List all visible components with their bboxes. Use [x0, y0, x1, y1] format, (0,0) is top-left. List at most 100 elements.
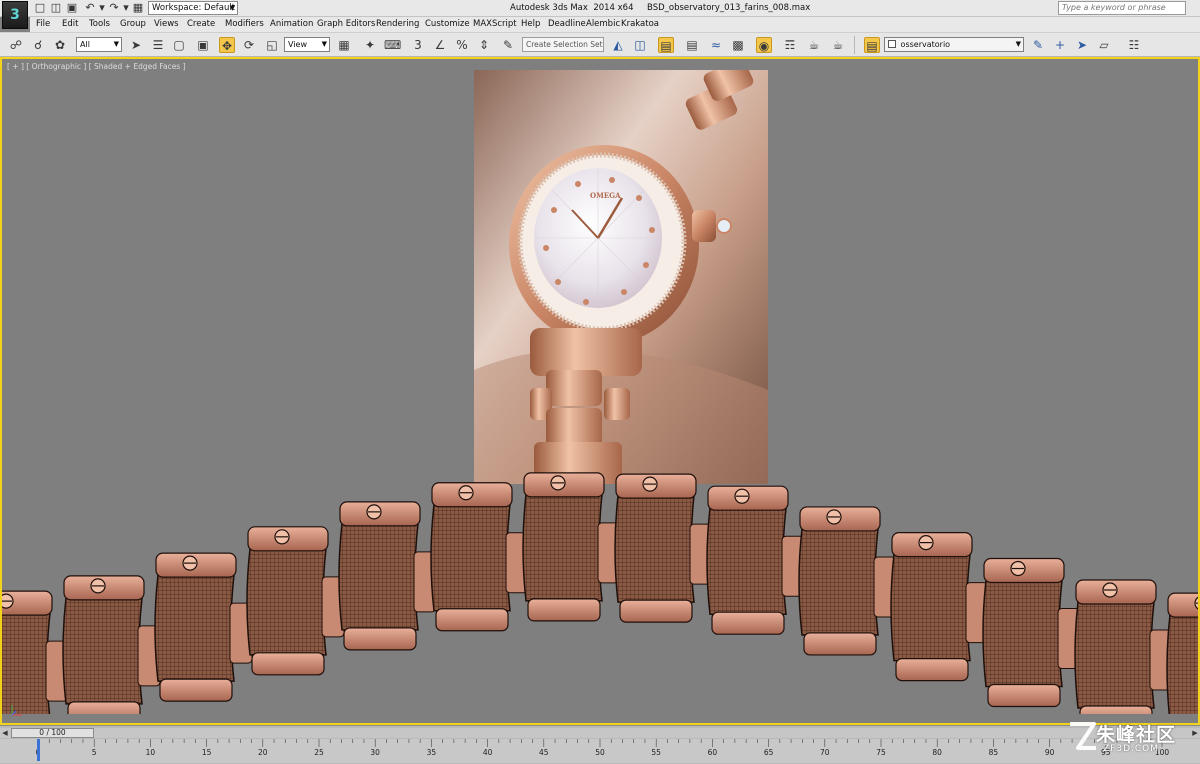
- schematic-view-icon[interactable]: ▩: [730, 37, 746, 53]
- ruler-tick-label: 40: [482, 748, 493, 757]
- bind-to-space-warp-icon[interactable]: ✿: [52, 37, 68, 53]
- new-file-icon[interactable]: □: [34, 2, 46, 14]
- window-title: Autodesk 3ds Max 2014 x64 BSD_observator…: [510, 3, 811, 13]
- ruler-tick-label: 55: [651, 748, 661, 757]
- menu-krakatoa[interactable]: Krakatoa: [621, 19, 659, 29]
- workspace-dropdown[interactable]: Workspace: Default ▼: [148, 1, 238, 15]
- timeline: ◀ 0 / 100 ▶ 0510152025303540455055606570…: [0, 725, 1200, 764]
- layer-dropdown[interactable]: osservatorio ▼: [884, 37, 1024, 52]
- select-objects-in-layer-icon[interactable]: ➤: [1074, 37, 1090, 53]
- spinner-snap-icon[interactable]: ⇕: [476, 37, 492, 53]
- menu-customize[interactable]: Customize: [425, 19, 470, 29]
- ruler-tick-label: 90: [1044, 748, 1055, 757]
- redo-dropdown-icon[interactable]: ▾: [120, 2, 132, 14]
- ruler-tick-label: 15: [201, 748, 212, 757]
- percent-snap-icon[interactable]: %: [454, 37, 470, 53]
- ruler-tick-label: 10: [145, 748, 156, 757]
- reference-coordinate-value: View: [288, 40, 307, 49]
- menu-create[interactable]: Create: [187, 19, 215, 29]
- time-slider-thumb[interactable]: 0 / 100: [11, 728, 94, 738]
- bracelet-link: [522, 472, 621, 622]
- keyboard-shortcut-toggle-icon[interactable]: ⌨: [384, 37, 401, 53]
- workspace-label: Workspace: Default: [152, 3, 236, 13]
- rendered-frame-window-icon[interactable]: ☕: [806, 37, 822, 53]
- add-to-layer-icon[interactable]: +: [1052, 37, 1068, 53]
- save-icon[interactable]: ▣: [66, 2, 78, 14]
- bracelet-link: [62, 575, 161, 714]
- select-manipulate-icon[interactable]: ✦: [362, 37, 378, 53]
- snaps-toggle-icon[interactable]: 3: [410, 37, 426, 53]
- undo-dropdown-icon[interactable]: ▾: [96, 2, 108, 14]
- bracelet-link: [982, 557, 1081, 708]
- rectangular-selection-icon[interactable]: ▢: [171, 37, 187, 53]
- svg-text:OMEGA: OMEGA: [590, 191, 621, 200]
- layer-explorer-icon[interactable]: ▤: [658, 37, 674, 53]
- create-new-layer-icon[interactable]: ✎: [1030, 37, 1046, 53]
- pivot-center-icon[interactable]: ▦: [336, 37, 352, 53]
- chevron-down-icon: ▼: [321, 40, 327, 48]
- project-folder-icon[interactable]: ▦: [132, 2, 144, 14]
- viewport-orthographic[interactable]: [ + ] [ Orthographic ] [ Shaded + Edged …: [0, 57, 1200, 725]
- ruler-tick-label: 60: [707, 748, 718, 757]
- select-and-move-icon[interactable]: ✥: [219, 37, 235, 53]
- menu-modifiers[interactable]: Modifiers: [225, 19, 264, 29]
- bracelet-link: [798, 506, 897, 656]
- window-crossing-icon[interactable]: ▣: [195, 37, 211, 53]
- app-menu-button[interactable]: 3: [2, 1, 28, 29]
- search-input[interactable]: Type a keyword or phrase: [1058, 1, 1186, 15]
- bracelet-wireframe-model[interactable]: [2, 414, 1198, 714]
- viewport-label[interactable]: [ + ] [ Orthographic ] [ Shaded + Edged …: [7, 62, 186, 71]
- reference-coordinate-dropdown[interactable]: View ▼: [284, 37, 330, 52]
- current-frame-marker[interactable]: [37, 739, 40, 761]
- redo-icon[interactable]: ↷: [108, 2, 120, 14]
- ruler-tick-label: 5: [91, 748, 97, 757]
- bracelet-link: [1074, 579, 1173, 714]
- menu-edit[interactable]: Edit: [62, 19, 78, 29]
- time-slider[interactable]: ◀ 0 / 100 ▶: [0, 728, 1200, 738]
- menu-rendering[interactable]: Rendering: [376, 19, 419, 29]
- menu-help[interactable]: Help: [521, 19, 540, 29]
- edit-named-selection-icon[interactable]: ✎: [500, 37, 516, 53]
- render-setup-icon[interactable]: ☶: [782, 37, 798, 53]
- toggle-ribbon-icon[interactable]: ▤: [684, 37, 700, 53]
- unlink-selection-icon[interactable]: ☌: [30, 37, 46, 53]
- render-production-icon[interactable]: ☕: [830, 37, 846, 53]
- material-editor-icon[interactable]: ◉: [756, 37, 772, 53]
- chevron-down-icon: ▼: [113, 40, 119, 48]
- layer-swatch-icon: [888, 40, 896, 48]
- select-and-rotate-icon[interactable]: ⟳: [241, 37, 257, 53]
- curve-editor-icon[interactable]: ≈: [708, 37, 724, 53]
- bracelet-link: [338, 501, 437, 651]
- named-selection-input[interactable]: Create Selection Set: [522, 37, 604, 52]
- menu-tools[interactable]: Tools: [89, 19, 110, 29]
- select-by-name-icon[interactable]: ☰: [150, 37, 166, 53]
- chevron-left-icon[interactable]: ◀: [0, 728, 10, 738]
- set-current-layer-icon[interactable]: ▱: [1096, 37, 1112, 53]
- menu-animation[interactable]: Animation: [270, 19, 313, 29]
- timeline-ruler[interactable]: 0510152025303540455055606570758085909510…: [0, 739, 1200, 763]
- menu-maxscript[interactable]: MAXScript: [473, 19, 517, 29]
- manage-layers-icon[interactable]: ▤: [864, 37, 880, 53]
- menu-group[interactable]: Group: [120, 19, 146, 29]
- title-bar: □ ◫ ▣ ↶ ▾ ↷ ▾ ▦ Workspace: Default ▼ Aut…: [0, 0, 1200, 17]
- select-and-scale-icon[interactable]: ◱: [264, 37, 280, 53]
- menu-file[interactable]: File: [36, 19, 50, 29]
- selection-filter-value: All: [80, 40, 90, 49]
- select-and-link-icon[interactable]: ☍: [8, 37, 24, 53]
- menu-deadline[interactable]: Deadline: [548, 19, 586, 29]
- select-object-icon[interactable]: ➤: [128, 37, 144, 53]
- bracelet-link: [890, 532, 989, 682]
- toolbar-overflow-icon[interactable]: ☷: [1126, 37, 1142, 53]
- ruler-tick-label: 50: [595, 748, 605, 757]
- open-file-icon[interactable]: ◫: [50, 2, 62, 14]
- undo-icon[interactable]: ↶: [84, 2, 96, 14]
- align-icon[interactable]: ◫: [632, 37, 648, 53]
- bracelet-link: [706, 485, 805, 635]
- menu-alembic[interactable]: Alembic: [586, 19, 620, 29]
- mirror-icon[interactable]: ◭: [610, 37, 626, 53]
- menu-views[interactable]: Views: [154, 19, 179, 29]
- menu-graph-editors[interactable]: Graph Editors: [317, 19, 375, 29]
- chevron-down-icon: ▼: [1015, 40, 1021, 48]
- selection-filter-dropdown[interactable]: All ▼: [76, 37, 122, 52]
- angle-snap-icon[interactable]: ∠: [432, 37, 448, 53]
